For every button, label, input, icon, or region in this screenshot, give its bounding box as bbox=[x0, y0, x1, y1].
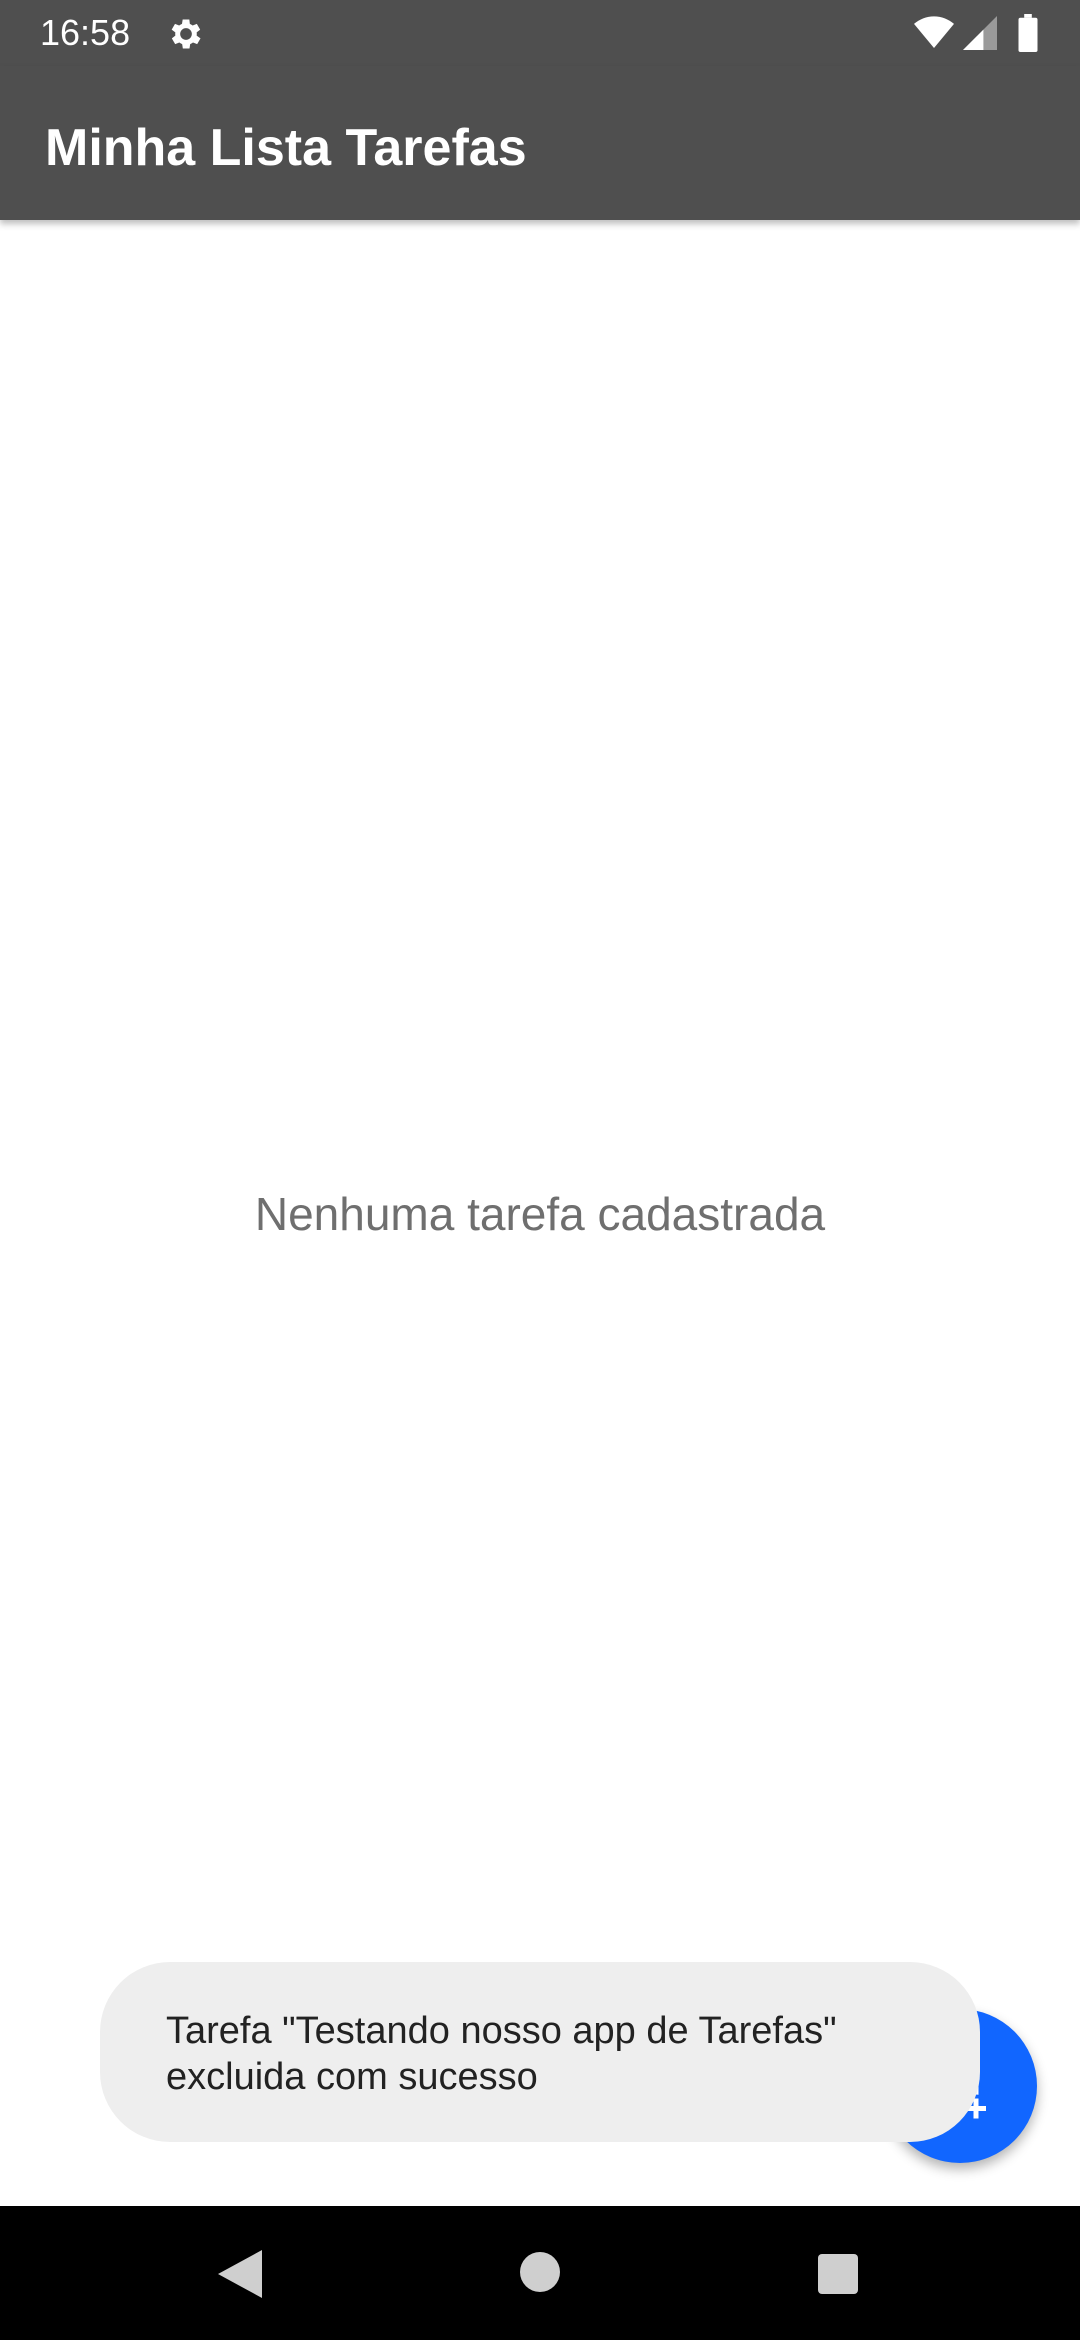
empty-state-message: Nenhuma tarefa cadastrada bbox=[254, 1188, 826, 1240]
app-title: Minha Lista Tarefas bbox=[45, 119, 527, 177]
settings-icon bbox=[171, 19, 201, 49]
back-icon[interactable] bbox=[218, 2250, 262, 2298]
navigation-bar bbox=[0, 2206, 1080, 2340]
home-icon[interactable] bbox=[520, 2252, 560, 2292]
status-bar: 16:58 bbox=[0, 0, 1080, 66]
wifi-icon bbox=[914, 16, 954, 48]
toast-message: Tarefa "Testando nosso app de Tarefas" e… bbox=[100, 1962, 980, 2142]
toast-line-1: Tarefa "Testando nosso app de Tarefas" bbox=[166, 2010, 837, 2052]
recents-icon[interactable] bbox=[818, 2254, 858, 2294]
app-bar: Minha Lista Tarefas bbox=[0, 66, 1080, 220]
battery-icon bbox=[1018, 14, 1038, 52]
status-time: 16:58 bbox=[40, 12, 131, 53]
screen: 16:58 Minha Lista Tarefas Nenhuma tarefa… bbox=[0, 0, 1080, 2340]
toast-text: Tarefa "Testando nosso app de Tarefas" e… bbox=[166, 2008, 966, 2100]
signal-icon bbox=[963, 16, 997, 50]
toast-line-2: excluida com sucesso bbox=[166, 2056, 538, 2098]
